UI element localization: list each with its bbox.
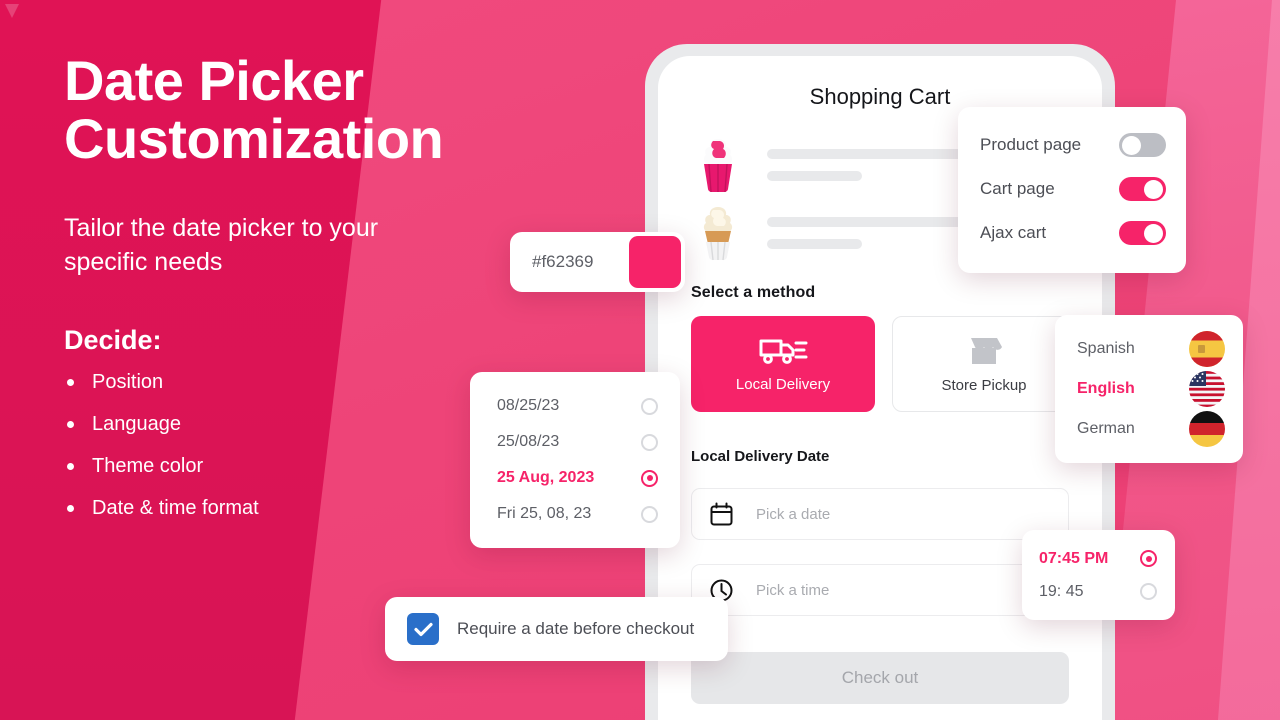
bullet-label: Theme color bbox=[92, 454, 204, 477]
time-format-option[interactable]: 19: 45 bbox=[1022, 575, 1175, 608]
date-input-placeholder: Pick a date bbox=[756, 505, 831, 523]
date-picker-field[interactable]: Pick a date bbox=[691, 488, 1069, 540]
bullet-label: Date & time format bbox=[92, 496, 259, 519]
cupcake-vanilla-icon bbox=[703, 207, 733, 261]
hero-text-column: Date Picker Customization Tailor the dat… bbox=[64, 49, 534, 540]
method-local-delivery[interactable]: Local Delivery bbox=[691, 316, 875, 412]
date-format-card: 08/25/23 25/08/23 25 Aug, 2023 Fri 25, 0… bbox=[470, 372, 680, 548]
time-format-card: 07:45 PM 19: 45 bbox=[1022, 530, 1175, 620]
time-format-option-selected[interactable]: 07:45 PM bbox=[1022, 542, 1175, 575]
time-format-label: 07:45 PM bbox=[1039, 549, 1109, 567]
date-format-radio[interactable] bbox=[641, 469, 658, 487]
theme-color-card[interactable]: #f62369 bbox=[510, 232, 685, 292]
delivery-method-group[interactable]: Local Delivery Store Pickup bbox=[691, 316, 1076, 412]
toggle-switch-cart-page[interactable] bbox=[1119, 177, 1166, 201]
date-format-label: 25/08/23 bbox=[497, 433, 560, 450]
toggle-row-product-page[interactable]: Product page bbox=[980, 123, 1166, 167]
require-date-checkbox[interactable] bbox=[407, 613, 439, 645]
language-option-german[interactable]: German bbox=[1055, 409, 1243, 449]
delivery-date-label: Local Delivery Date bbox=[691, 448, 830, 465]
toggle-label: Cart page bbox=[980, 179, 1055, 198]
toggle-row-cart-page[interactable]: Cart page bbox=[980, 167, 1166, 211]
require-date-label: Require a date before checkout bbox=[457, 619, 695, 638]
promo-banner: Date Picker Customization Tailor the dat… bbox=[0, 0, 1280, 720]
language-card: Spanish English German bbox=[1055, 315, 1243, 463]
decide-heading: Decide: bbox=[64, 324, 162, 355]
cart-line-item bbox=[691, 204, 992, 262]
toggle-switch-ajax-cart[interactable] bbox=[1119, 221, 1166, 245]
language-label: German bbox=[1077, 420, 1135, 437]
feature-bullet-list: Position Language Theme color Date & tim… bbox=[64, 372, 534, 518]
hex-color-value[interactable]: #f62369 bbox=[510, 252, 629, 272]
toggle-knob bbox=[1144, 223, 1163, 243]
date-format-radio[interactable] bbox=[641, 433, 658, 451]
time-format-radio[interactable] bbox=[1140, 550, 1157, 567]
date-format-option[interactable]: 08/25/23 bbox=[470, 388, 680, 424]
toggle-knob bbox=[1122, 135, 1141, 155]
checkmark-icon bbox=[413, 622, 433, 636]
storefront-icon bbox=[971, 338, 1002, 364]
cart-line-item bbox=[691, 136, 992, 194]
checkout-button[interactable]: Check out bbox=[691, 652, 1069, 704]
date-format-label: 08/25/23 bbox=[497, 397, 560, 414]
bullet-label: Language bbox=[92, 412, 181, 435]
skeleton-bar bbox=[767, 171, 862, 181]
date-format-option[interactable]: 25/08/23 bbox=[470, 424, 680, 460]
headline-line-2: Customization bbox=[64, 107, 444, 171]
language-option-english[interactable]: English bbox=[1055, 369, 1243, 409]
list-item: Date & time format bbox=[64, 498, 534, 518]
hero-subhead: Tailor the date picker to your specific … bbox=[64, 214, 379, 276]
time-picker-field[interactable]: Pick a time bbox=[691, 564, 1069, 616]
method-label: Local Delivery bbox=[735, 376, 831, 393]
list-item: Theme color bbox=[64, 456, 534, 476]
date-format-label: Fri 25, 08, 23 bbox=[497, 505, 592, 522]
time-input-placeholder: Pick a time bbox=[756, 581, 830, 599]
toggle-label: Product page bbox=[980, 135, 1082, 154]
flag-germany-icon bbox=[1189, 411, 1225, 447]
headline-line-1: Date Picker bbox=[64, 49, 364, 112]
language-label: English bbox=[1077, 380, 1135, 397]
list-item: Language bbox=[64, 414, 534, 434]
language-label: Spanish bbox=[1077, 340, 1135, 357]
time-format-label: 19: 45 bbox=[1039, 582, 1084, 600]
corner-watermark-icon bbox=[5, 4, 19, 18]
date-format-radio[interactable] bbox=[641, 505, 658, 523]
toggle-label: Ajax cart bbox=[980, 223, 1047, 242]
toggle-knob bbox=[1144, 179, 1163, 199]
display-locations-card: Product page Cart page Ajax cart bbox=[958, 107, 1186, 273]
language-option-spanish[interactable]: Spanish bbox=[1055, 329, 1243, 369]
calendar-icon bbox=[710, 502, 733, 525]
date-format-option[interactable]: Fri 25, 08, 23 bbox=[470, 496, 680, 532]
list-item: Position bbox=[64, 372, 534, 392]
time-format-radio[interactable] bbox=[1140, 583, 1157, 600]
page-title: Date Picker Customization bbox=[64, 49, 534, 171]
skeleton-bar bbox=[767, 239, 862, 249]
method-label: Store Pickup bbox=[941, 377, 1027, 394]
date-format-option-selected[interactable]: 25 Aug, 2023 bbox=[470, 460, 680, 496]
flag-spain-icon bbox=[1189, 331, 1225, 367]
flag-usa-icon bbox=[1189, 371, 1225, 407]
select-method-label: Select a method bbox=[691, 284, 816, 301]
toggle-row-ajax-cart[interactable]: Ajax cart bbox=[980, 211, 1166, 255]
delivery-truck-icon bbox=[759, 339, 808, 364]
bullet-label: Position bbox=[92, 370, 164, 393]
date-format-radio[interactable] bbox=[641, 397, 658, 415]
require-date-card[interactable]: Require a date before checkout bbox=[385, 597, 728, 661]
date-format-label: 25 Aug, 2023 bbox=[497, 469, 595, 486]
cupcake-pink-icon bbox=[703, 139, 733, 193]
color-swatch[interactable] bbox=[629, 236, 681, 288]
method-store-pickup[interactable]: Store Pickup bbox=[892, 316, 1076, 412]
toggle-switch-product-page[interactable] bbox=[1119, 133, 1166, 157]
